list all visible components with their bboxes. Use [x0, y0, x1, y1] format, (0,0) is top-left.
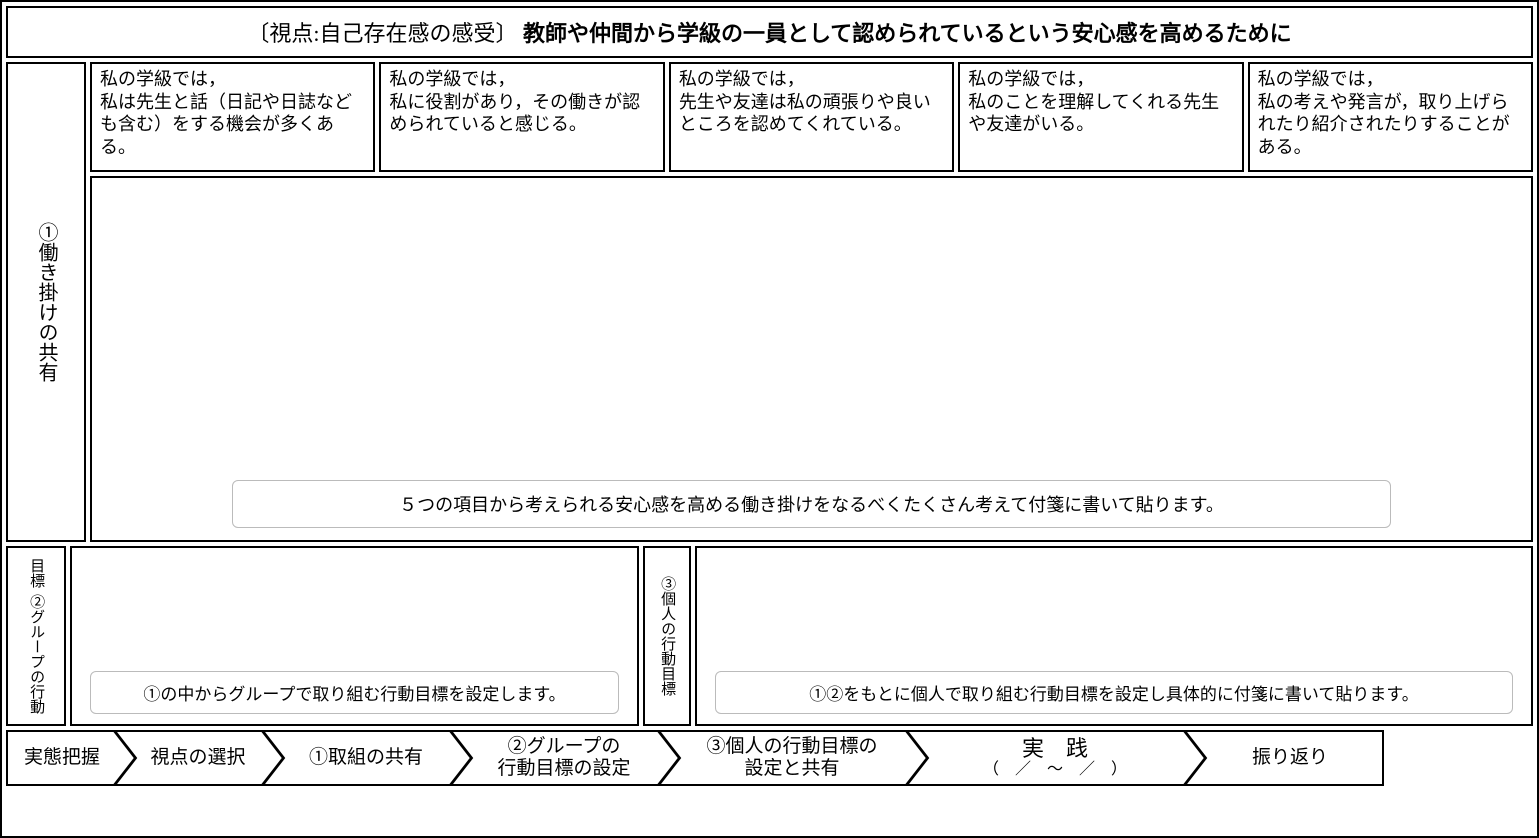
hint-box-2: ①の中からグループで取り組む行動目標を設定します。 [90, 671, 619, 714]
section-2-label-main: ②グループの行動 [26, 594, 46, 714]
flow-step-label: ①取組の共有 [262, 730, 472, 786]
worksheet-page: 〔視点:自己存在感の感受〕 教師や仲間から学級の一員として認められているという安… [0, 0, 1539, 838]
section-2-3-row: ②グループの行動 目標 ①の中からグループで取り組む行動目標を設定します。 ③個… [6, 546, 1533, 726]
section-3-label: ③個人の行動目標 [643, 546, 691, 726]
flow-step-7: 振り返り [1184, 730, 1384, 786]
header-prefix: 〔視点:自己存在感の感受〕 [247, 21, 517, 46]
flow-step-2: 視点の選択 [114, 730, 284, 786]
section-2-label: ②グループの行動 目標 [6, 546, 66, 726]
flow-step-label: ②グループの行動目標の設定 [450, 730, 680, 786]
card-5: 私の学級では，私の考えや発言が，取り上げられたり紹介されたりすることがある。 [1248, 62, 1533, 172]
card-3: 私の学級では，先生や友達は私の頑張りや良いところを認めてくれている。 [669, 62, 954, 172]
flow-step-label: 振り返り [1184, 730, 1384, 786]
section-1-label: ①働き掛けの共有 [6, 62, 86, 542]
card-row: 私の学級では，私は先生と話（日記や日誌なども含む）をする機会が多くある。 私の学… [90, 62, 1533, 172]
section-1-label-text: ①働き掛けの共有 [32, 222, 60, 382]
card-1: 私の学級では，私は先生と話（日記や日誌なども含む）をする機会が多くある。 [90, 62, 375, 172]
header-title: 教師や仲間から学級の一員として認められているという安心感を高めるために [523, 21, 1292, 46]
hint-box-3: ①②をもとに個人で取り組む行動目標を設定し具体的に付箋に書いて貼ります。 [715, 671, 1513, 714]
section-2-label-sub: 目標 [26, 558, 46, 588]
flow-step-3: ①取組の共有 [262, 730, 472, 786]
page-header: 〔視点:自己存在感の感受〕 教師や仲間から学級の一員として認められているという安… [6, 6, 1533, 58]
hint-box-1: ５つの項目から考えられる安心感を高める働き掛けをなるべくたくさん考えて付箋に書い… [232, 480, 1391, 528]
process-flow: 実態把握視点の選択①取組の共有②グループの行動目標の設定③個人の行動目標の設定と… [6, 730, 1533, 786]
flow-step-5: ③個人の行動目標の設定と共有 [658, 730, 928, 786]
flow-step-6: 実 践（ ／ ～ ／ ） [906, 730, 1206, 786]
flow-step-4: ②グループの行動目標の設定 [450, 730, 680, 786]
card-2: 私の学級では，私に役割があり，その働きが認められていると感じる。 [379, 62, 664, 172]
flow-step-label: 実 践（ ／ ～ ／ ） [906, 730, 1206, 786]
sticky-note-area-1[interactable]: ５つの項目から考えられる安心感を高める働き掛けをなるべくたくさん考えて付箋に書い… [90, 176, 1533, 542]
section-3-label-text: ③個人の行動目標 [659, 576, 675, 696]
section-1-row: ①働き掛けの共有 私の学級では，私は先生と話（日記や日誌なども含む）をする機会が… [6, 62, 1533, 542]
card-4: 私の学級では，私のことを理解してくれる先生や友達がいる。 [958, 62, 1243, 172]
flow-step-label: ③個人の行動目標の設定と共有 [658, 730, 928, 786]
flow-step-label: 視点の選択 [114, 730, 284, 786]
section-1-content: 私の学級では，私は先生と話（日記や日誌なども含む）をする機会が多くある。 私の学… [90, 62, 1533, 542]
individual-goal-area[interactable]: ①②をもとに個人で取り組む行動目標を設定し具体的に付箋に書いて貼ります。 [695, 546, 1533, 726]
group-goal-area[interactable]: ①の中からグループで取り組む行動目標を設定します。 [70, 546, 639, 726]
